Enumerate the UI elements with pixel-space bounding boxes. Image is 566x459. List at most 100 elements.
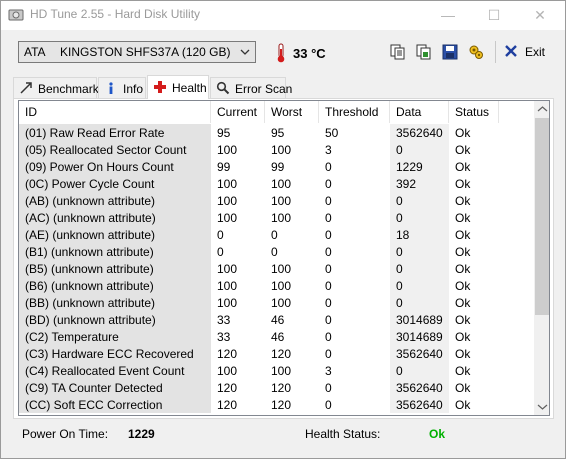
- table-row[interactable]: (B5) (unknown attribute) 100 100 0 0 Ok: [19, 260, 534, 277]
- cell-data: 0: [390, 141, 449, 158]
- health-icon: [154, 81, 166, 93]
- column-header-current[interactable]: Current: [211, 101, 265, 123]
- cell-data: 0: [390, 260, 449, 277]
- cell-data: 3562640: [390, 379, 449, 396]
- temperature-readout: 33 °C: [293, 46, 326, 61]
- options-icon[interactable]: [467, 43, 485, 61]
- scroll-down-icon[interactable]: [534, 398, 550, 415]
- cell-id: (C9) TA Counter Detected: [19, 379, 211, 396]
- cell-current: 0: [211, 226, 265, 243]
- cell-id: (BD) (unknown attribute): [19, 311, 211, 328]
- cell-status: Ok: [449, 209, 499, 226]
- column-header-worst[interactable]: Worst: [265, 101, 319, 123]
- save-icon[interactable]: [441, 43, 459, 61]
- table-row[interactable]: (C2) Temperature 33 46 0 3014689 Ok: [19, 328, 534, 345]
- table-row[interactable]: (BB) (unknown attribute) 100 100 0 0 Ok: [19, 294, 534, 311]
- cell-data: 392: [390, 175, 449, 192]
- cell-status: Ok: [449, 311, 499, 328]
- cell-worst: 0: [265, 226, 319, 243]
- table-row[interactable]: (09) Power On Hours Count 99 99 0 1229 Ok: [19, 158, 534, 175]
- cell-id: (C3) Hardware ECC Recovered: [19, 345, 211, 362]
- table-row[interactable]: (C4) Reallocated Event Count 100 100 3 0 Ok: [19, 362, 534, 379]
- cell-id: (C2) Temperature: [19, 328, 211, 345]
- table-row[interactable]: (B1) (unknown attribute) 0 0 0 0 Ok: [19, 243, 534, 260]
- table-row[interactable]: (CC) Soft ECC Correction 120 120 0 3562640 Ok: [19, 396, 534, 413]
- power-on-time-label: Power On Time:: [22, 427, 109, 441]
- table-row[interactable]: (0C) Power Cycle Count 100 100 0 392 Ok: [19, 175, 534, 192]
- tab-error-scan-label: Error Scan: [235, 82, 293, 96]
- cell-current: 100: [211, 141, 265, 158]
- cell-threshold: 0: [319, 192, 390, 209]
- tab-benchmark[interactable]: Benchmark: [13, 77, 99, 98]
- copy-text-icon[interactable]: [389, 43, 407, 61]
- table-row[interactable]: (B6) (unknown attribute) 100 100 0 0 Ok: [19, 277, 534, 294]
- column-header-id[interactable]: ID: [19, 101, 211, 123]
- tab-error-scan[interactable]: Error Scan: [210, 77, 292, 98]
- table-row[interactable]: (C9) TA Counter Detected 120 120 0 3562640 Ok: [19, 379, 534, 396]
- column-header-data[interactable]: Data: [390, 101, 449, 123]
- drive-select[interactable]: ATA KINGSTON SHFS37A (120 GB): [18, 41, 256, 63]
- table-row[interactable]: (01) Raw Read Error Rate 95 95 50 3562640 Ok: [19, 124, 534, 141]
- cell-current: 33: [211, 328, 265, 345]
- scroll-up-icon[interactable]: [534, 101, 550, 118]
- tab-health-label: Health: [172, 81, 207, 95]
- maximize-icon[interactable]: ☐: [471, 1, 517, 30]
- drive-model: KINGSTON SHFS37A (120 GB): [60, 45, 231, 59]
- cell-worst: 120: [265, 379, 319, 396]
- cell-status: Ok: [449, 396, 499, 413]
- copy-screenshot-icon[interactable]: [415, 43, 433, 61]
- table-row[interactable]: (BD) (unknown attribute) 33 46 0 3014689 Ok: [19, 311, 534, 328]
- cell-status: Ok: [449, 192, 499, 209]
- table-row[interactable]: (05) Reallocated Sector Count 100 100 3 0 Ok: [19, 141, 534, 158]
- column-header-threshold[interactable]: Threshold: [319, 101, 390, 123]
- cell-id: (BB) (unknown attribute): [19, 294, 211, 311]
- cell-status: Ok: [449, 294, 499, 311]
- health-table[interactable]: ID Current Worst Threshold Data Status (…: [18, 100, 550, 416]
- info-icon: [109, 82, 113, 94]
- thermometer-icon: [277, 43, 285, 63]
- vertical-scrollbar[interactable]: [534, 101, 550, 415]
- scrollbar-thumb[interactable]: [535, 118, 549, 315]
- chevron-down-icon[interactable]: [238, 45, 252, 59]
- table-row[interactable]: (AC) (unknown attribute) 100 100 0 0 Ok: [19, 209, 534, 226]
- cell-threshold: 0: [319, 209, 390, 226]
- cell-worst: 95: [265, 124, 319, 141]
- health-status-value: Ok: [429, 427, 446, 441]
- table-row[interactable]: (C3) Hardware ECC Recovered 120 120 0 356264…: [19, 345, 534, 362]
- tab-benchmark-label: Benchmark: [38, 82, 99, 96]
- cell-threshold: 0: [319, 328, 390, 345]
- cell-status: Ok: [449, 124, 499, 141]
- power-on-time-value: 1229: [128, 427, 155, 441]
- cell-worst: 100: [265, 277, 319, 294]
- table-row[interactable]: (AB) (unknown attribute) 100 100 0 0 Ok: [19, 192, 534, 209]
- cell-status: Ok: [449, 175, 499, 192]
- cell-data: 0: [390, 277, 449, 294]
- cell-threshold: 0: [319, 294, 390, 311]
- cell-id: (AB) (unknown attribute): [19, 192, 211, 209]
- hard-disk-app-icon: [8, 9, 24, 21]
- column-header-status[interactable]: Status: [449, 101, 499, 123]
- cell-threshold: 0: [319, 158, 390, 175]
- cell-id: (B1) (unknown attribute): [19, 243, 211, 260]
- close-icon[interactable]: ✕: [517, 1, 563, 30]
- benchmark-icon: [20, 82, 32, 94]
- cell-id: (0C) Power Cycle Count: [19, 175, 211, 192]
- cell-current: 120: [211, 396, 265, 413]
- cell-data: 3562640: [390, 124, 449, 141]
- cell-worst: 99: [265, 158, 319, 175]
- cell-data: 0: [390, 294, 449, 311]
- cell-status: Ok: [449, 379, 499, 396]
- cell-threshold: 0: [319, 396, 390, 413]
- cell-id: (AC) (unknown attribute): [19, 209, 211, 226]
- cell-current: 100: [211, 192, 265, 209]
- tab-info[interactable]: Info: [98, 77, 146, 98]
- exit-icon: [505, 45, 517, 57]
- cell-status: Ok: [449, 260, 499, 277]
- tab-health[interactable]: Health: [147, 75, 209, 99]
- cell-current: 100: [211, 294, 265, 311]
- cell-current: 120: [211, 345, 265, 362]
- table-row[interactable]: (AE) (unknown attribute) 0 0 0 18 Ok: [19, 226, 534, 243]
- cell-data: 0: [390, 243, 449, 260]
- exit-label: Exit: [525, 45, 546, 59]
- minimize-icon[interactable]: —: [425, 1, 471, 30]
